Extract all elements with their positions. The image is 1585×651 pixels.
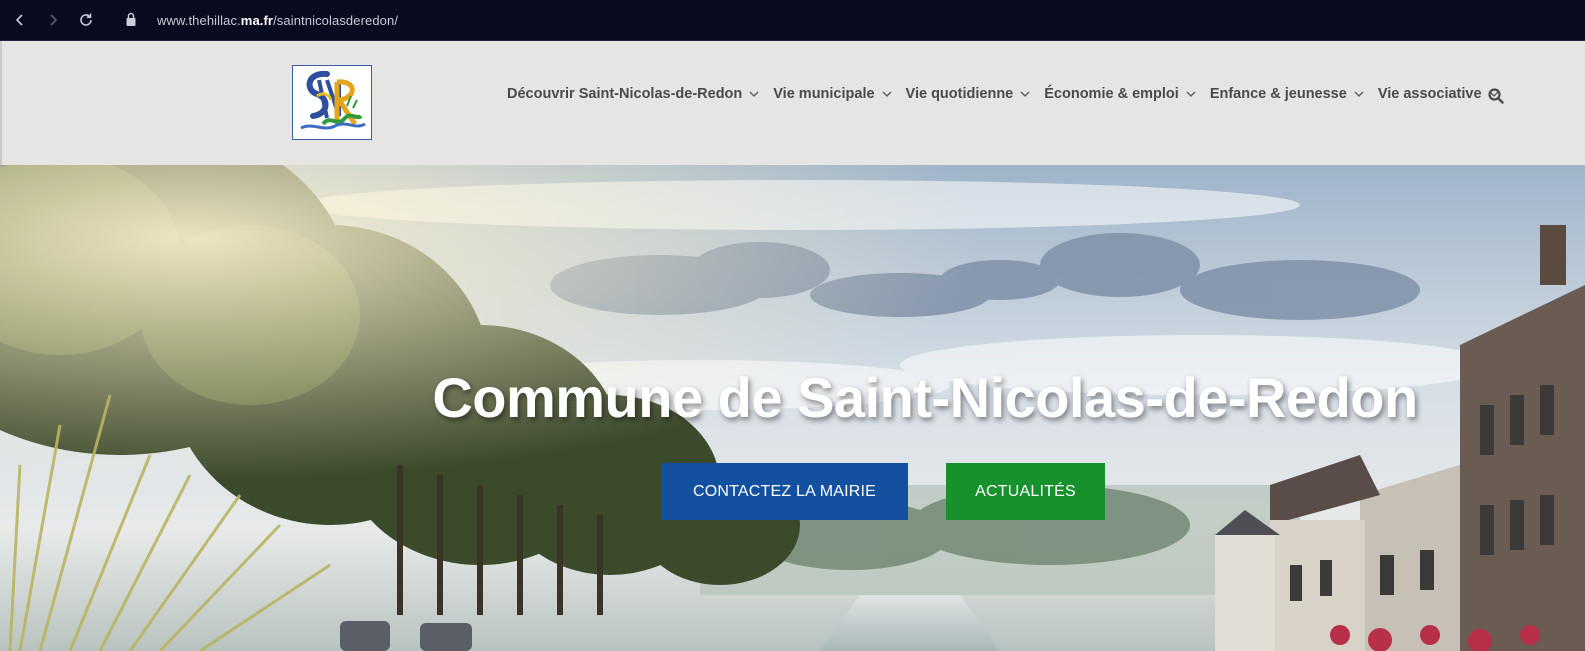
url-domain: ma.fr [240, 13, 274, 28]
menu-item-decouvrir[interactable]: Découvrir Saint-Nicolas-de-Redon [507, 86, 759, 102]
site-header: Découvrir Saint-Nicolas-de-Redon Vie mun… [0, 41, 1585, 165]
menu-item-vie-quotidienne[interactable]: Vie quotidienne [906, 86, 1031, 102]
menu-label: Vie associative [1377, 86, 1482, 102]
menu-item-vie-associative[interactable]: Vie associative [1378, 86, 1499, 102]
site-logo[interactable] [292, 65, 372, 140]
logo-graphic [300, 70, 366, 130]
hero-banner: Commune de Saint-Nicolas-de-Redon CONTAC… [0, 165, 1585, 651]
menu-label: Découvrir Saint-Nicolas-de-Redon [507, 86, 743, 102]
contact-mairie-button[interactable]: CONTACTEZ LA MAIRIE [661, 463, 908, 520]
actualites-button[interactable]: ACTUALITÉS [946, 463, 1105, 520]
menu-item-economie-emploi[interactable]: Économie & emploi [1044, 86, 1196, 102]
hero-title: Commune de Saint-Nicolas-de-Redon [432, 366, 1418, 429]
menu-item-enfance-jeunesse[interactable]: Enfance & jeunesse [1210, 86, 1364, 102]
address-bar[interactable]: www.thehillac.ma.fr/saintnicolasderedon/ [157, 13, 398, 28]
url-path: /saintnicolasderedon/ [273, 13, 399, 28]
search-icon[interactable] [1488, 88, 1504, 109]
reload-icon[interactable] [77, 11, 95, 29]
url-prefix: www.thehillac. [157, 13, 241, 28]
forward-icon[interactable] [44, 11, 62, 29]
chevron-down-icon [1354, 91, 1364, 97]
menu-label: Vie municipale [773, 86, 875, 102]
chevron-down-icon [1186, 91, 1196, 97]
chevron-down-icon [882, 91, 892, 97]
menu-label: Économie & emploi [1044, 86, 1179, 102]
menu-label: Vie quotidienne [905, 86, 1014, 102]
back-icon[interactable] [11, 11, 29, 29]
main-menu: Découvrir Saint-Nicolas-de-Redon Vie mun… [507, 86, 1513, 102]
menu-item-vie-municipale[interactable]: Vie municipale [773, 86, 892, 102]
browser-toolbar: www.thehillac.ma.fr/saintnicolasderedon/ [0, 0, 1585, 41]
chevron-down-icon [749, 91, 759, 97]
lock-icon [125, 12, 137, 32]
menu-label: Enfance & jeunesse [1209, 86, 1347, 102]
chevron-down-icon [1020, 91, 1030, 97]
